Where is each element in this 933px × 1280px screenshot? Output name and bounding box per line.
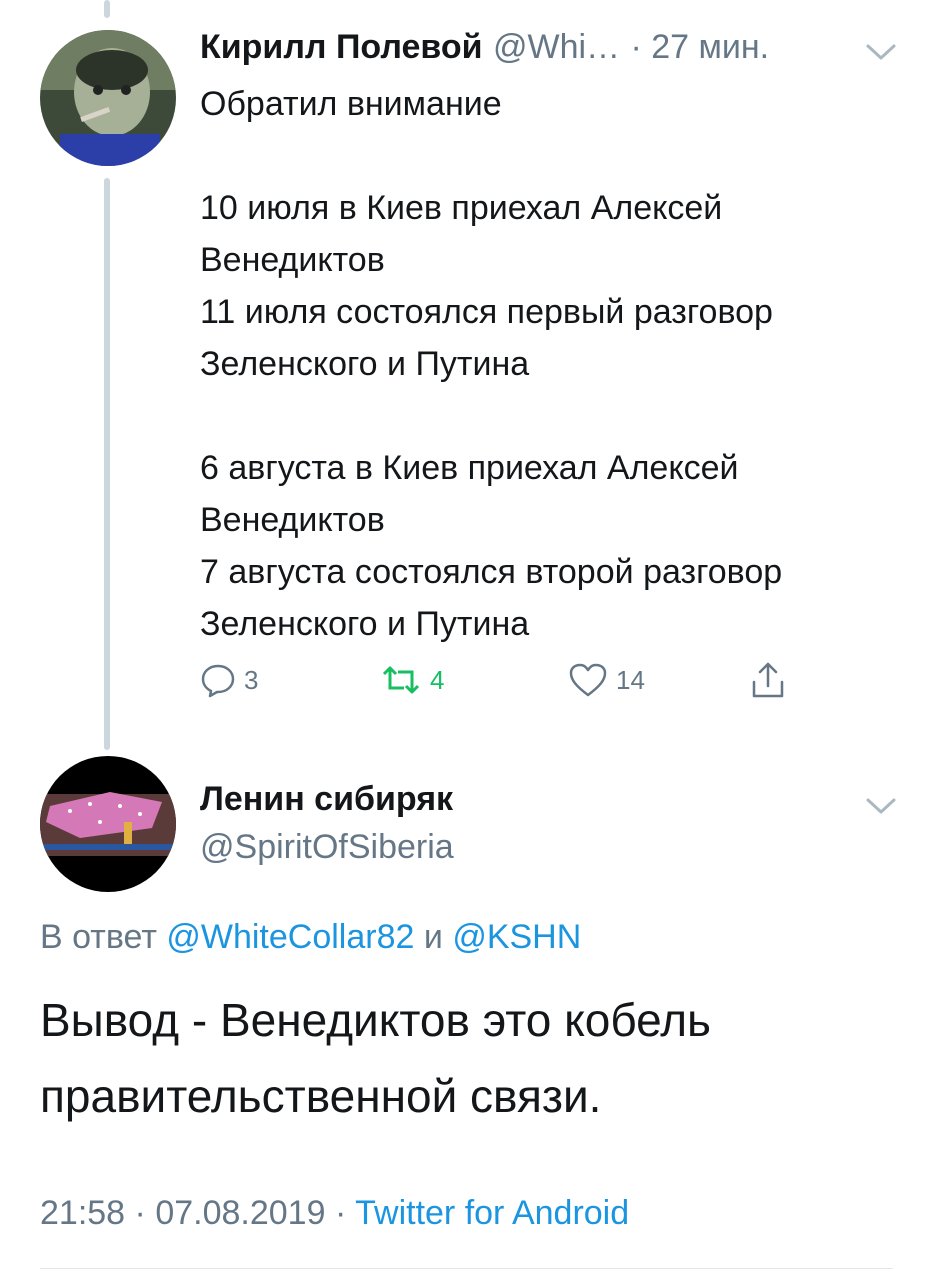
- tweet-date[interactable]: 07.08.2019: [155, 1194, 325, 1232]
- chevron-down-icon[interactable]: [864, 42, 898, 62]
- parent-tweet-header: Кирилл Полевой @Whi… · 27 мин.: [200, 28, 769, 72]
- meta-separator: ·: [134, 1194, 146, 1232]
- tweet-source-link[interactable]: Twitter for Android: [355, 1194, 629, 1232]
- meta-separator: ·: [334, 1194, 347, 1232]
- reply-prefix: В ответ: [40, 918, 157, 956]
- retweet-count: 4: [430, 664, 445, 695]
- like-icon: [569, 663, 607, 697]
- thread-line: [104, 178, 110, 750]
- avatar[interactable]: [40, 30, 176, 166]
- thread-line-top: [104, 0, 110, 18]
- author-name[interactable]: Кирилл Полевой: [200, 28, 483, 66]
- author-handle[interactable]: @SpiritOfSiberia: [200, 828, 454, 867]
- share-button[interactable]: [750, 660, 794, 700]
- main-tweet-text: Вывод - Венедиктов это кобель правительс…: [40, 994, 712, 1122]
- reply-icon: [201, 664, 235, 698]
- avatar[interactable]: [40, 756, 176, 892]
- retweet-icon: [382, 666, 420, 694]
- chevron-down-icon[interactable]: [864, 796, 898, 816]
- reply-context: В ответ @WhiteCollar82 и @KSHN: [40, 918, 581, 957]
- like-count: 14: [616, 664, 645, 695]
- share-icon: [752, 662, 784, 698]
- reply-mention-link[interactable]: @KSHN: [452, 918, 581, 956]
- author-handle[interactable]: @Whi…: [493, 28, 620, 66]
- reply-mention-link[interactable]: @WhiteCollar82: [166, 918, 414, 956]
- tweet-meta: 21:58 · 07.08.2019 · Twitter for Android: [40, 1194, 629, 1233]
- divider: [40, 1268, 893, 1269]
- reply-count: 3: [244, 664, 259, 695]
- tweet-time[interactable]: 21:58: [40, 1194, 125, 1232]
- reply-button[interactable]: 3: [200, 662, 258, 698]
- author-name[interactable]: Ленин сибиряк: [200, 780, 453, 819]
- reply-and: и: [423, 918, 443, 956]
- parent-tweet-text: Обратил внимание 10 июля в Киев приехал …: [200, 85, 783, 643]
- retweet-button[interactable]: 4: [380, 662, 444, 698]
- like-button[interactable]: 14: [568, 662, 645, 698]
- tweet-time[interactable]: · 27 мин.: [631, 28, 770, 66]
